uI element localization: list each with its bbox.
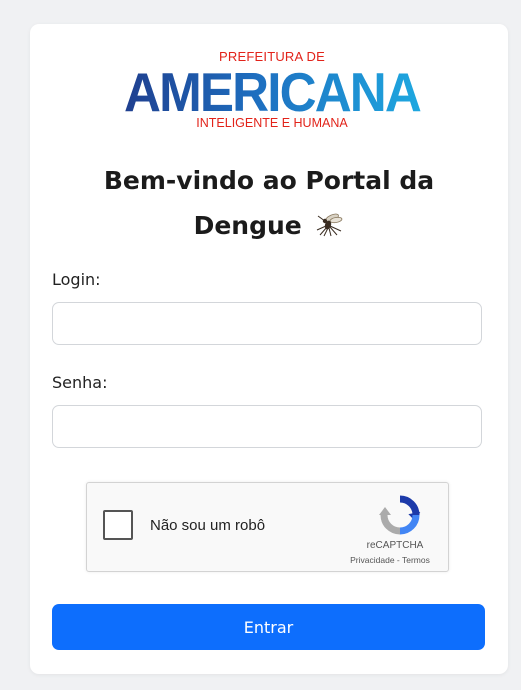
mosquito-icon: [314, 206, 344, 237]
recaptcha-brand: reCAPTCHA: [366, 540, 424, 551]
login-input[interactable]: [52, 302, 482, 345]
password-input[interactable]: [52, 405, 482, 448]
password-label: Senha:: [52, 373, 108, 392]
recaptcha-logo-icon: [379, 495, 421, 535]
logo-bottom-text: INTELIGENTE E HUMANA: [196, 116, 348, 130]
recaptcha-terms-link[interactable]: Termos: [402, 555, 430, 565]
americana-logo: PREFEITURA DE AMERICANA INTELIGENTE E HU…: [122, 46, 422, 134]
recaptcha-privacy-link[interactable]: Privacidade: [350, 555, 394, 565]
submit-button[interactable]: Entrar: [52, 604, 485, 650]
logo-wordmark: AMERICANA: [124, 61, 422, 119]
recaptcha-widget: Não sou um robô reCAPTCHA Privacidade - …: [86, 482, 449, 572]
logo-wordmark-text: AMERICANA: [124, 61, 421, 119]
recaptcha-checkbox[interactable]: [103, 510, 133, 540]
login-card: PREFEITURA DE AMERICANA INTELIGENTE E HU…: [30, 24, 508, 674]
page-title-text: Bem-vindo ao Portal da Dengue: [103, 166, 435, 240]
recaptcha-links-separator: -: [394, 555, 402, 565]
login-label: Login:: [52, 270, 101, 289]
recaptcha-links: Privacidade - Termos: [333, 555, 447, 565]
page-title: Bem-vindo ao Portal da Dengue: [50, 158, 488, 248]
recaptcha-label: Não sou um robô: [150, 517, 266, 534]
